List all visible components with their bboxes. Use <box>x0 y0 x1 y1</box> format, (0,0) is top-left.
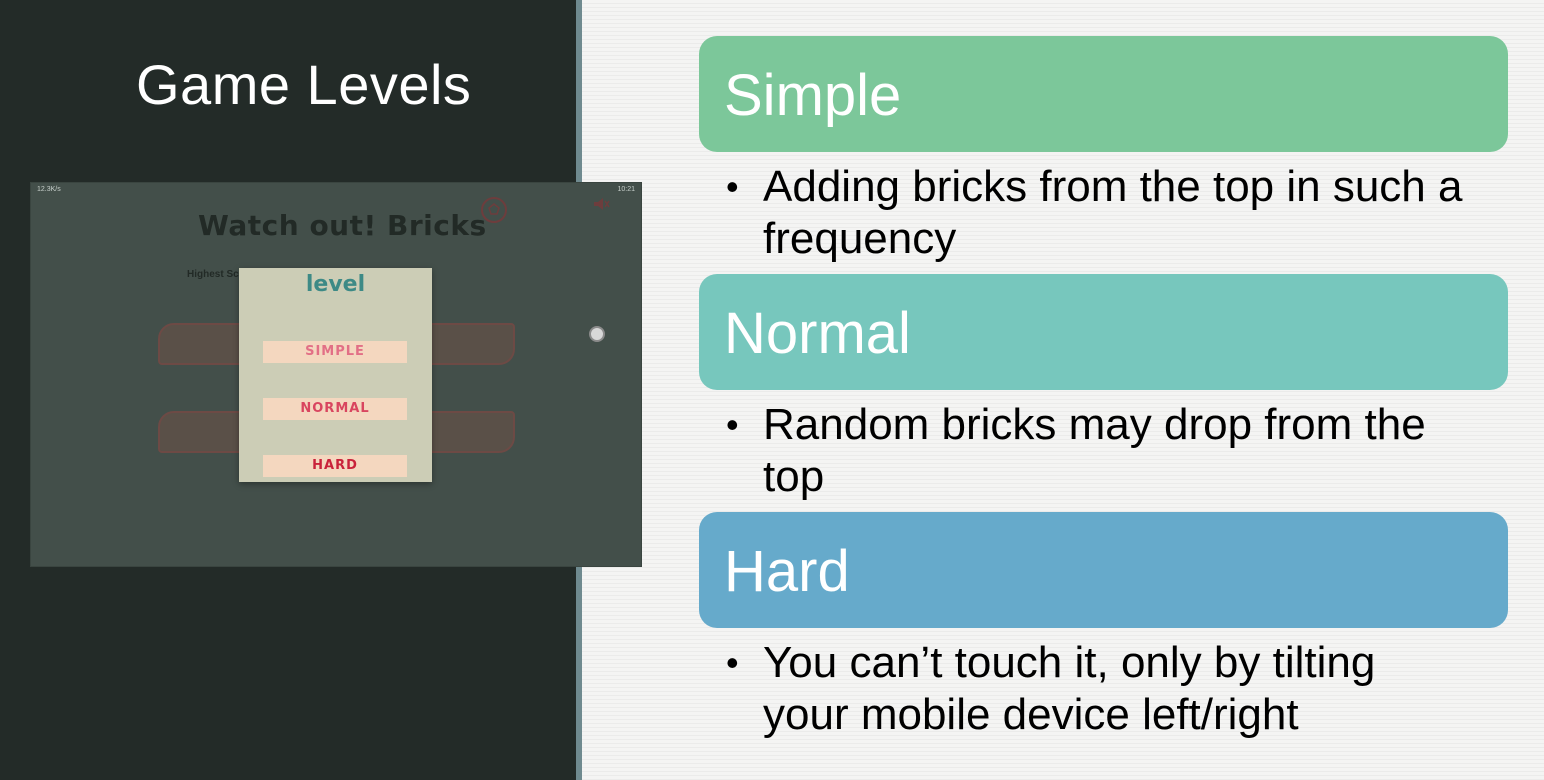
sound-off-icon[interactable] <box>592 195 610 213</box>
home-dot-icon[interactable] <box>589 326 605 342</box>
level-card-simple: Simple <box>699 36 1508 152</box>
bullet-icon: • <box>726 404 739 445</box>
game-title: Watch out! Bricks <box>198 209 487 242</box>
level-dialog: level SIMPLE NORMAL HARD <box>239 268 432 482</box>
slide-title: Game Levels <box>136 53 472 116</box>
normal-button[interactable]: NORMAL <box>263 398 407 420</box>
description-text: Random bricks may drop from the top <box>763 400 1426 501</box>
status-bar-right: 10:21 <box>617 186 635 193</box>
level-dialog-title: level <box>305 272 366 297</box>
hard-button[interactable]: HARD <box>263 455 407 477</box>
highest-score-label: Highest Sc <box>187 269 239 280</box>
level-name: Normal <box>724 301 911 366</box>
level-name: Hard <box>724 539 850 604</box>
description-text: You can’t touch it, only by tilting your… <box>763 638 1376 739</box>
simple-button[interactable]: SIMPLE <box>263 341 407 363</box>
status-bar-left: 12.3K/s <box>37 186 61 193</box>
bullet-icon: • <box>726 642 739 683</box>
ball-icon <box>481 197 507 223</box>
level-card-normal: Normal <box>699 274 1508 390</box>
bullet-icon: • <box>726 166 739 207</box>
level-card-hard: Hard <box>699 512 1508 628</box>
level-name: Simple <box>724 63 902 128</box>
description-text: Adding bricks from the top in such a fre… <box>763 162 1463 263</box>
game-screenshot: 12.3K/s 10:21 Watch out! Bricks Highest … <box>31 183 641 566</box>
